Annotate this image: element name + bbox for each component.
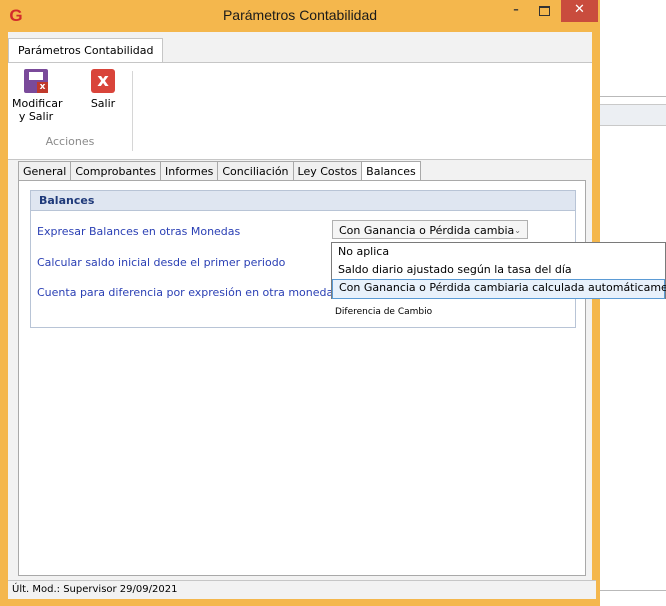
combo-value: Con Ganancia o Pérdida cambia [339,224,515,237]
tab-conciliacion[interactable]: Conciliación [217,161,293,182]
salir-label: Salir [90,97,116,110]
save-icon: x [24,69,48,93]
title-bar[interactable]: G Parámetros Contabilidad – ✕ [0,0,600,32]
exit-icon: x [91,69,115,93]
settings-tabs: General Comprobantes Informes Conciliaci… [18,161,421,183]
window-client-area: Parámetros Contabilidad x Modificar y Sa… [8,32,596,599]
tab-general[interactable]: General [18,161,71,182]
dropdown-option-ganancia-perdida[interactable]: Con Ganancia o Pérdida cambiaria calcula… [332,279,666,299]
ribbon-tab-parametros[interactable]: Parámetros Contabilidad [8,38,164,63]
tab-ley-costos[interactable]: Ley Costos [292,161,362,182]
tab-comprobantes[interactable]: Comprobantes [70,161,160,182]
balances-group-header: Balances [31,191,575,211]
status-bar: Últ. Mod.: Supervisor 29/09/2021 [8,580,596,599]
modificar-label: Modificar [12,97,63,110]
expresar-balances-label: Expresar Balances en otras Monedas [37,225,241,238]
parametros-window: G Parámetros Contabilidad – ✕ Parámetros… [0,0,600,606]
dropdown-option-no-aplica[interactable]: No aplica [332,243,665,261]
modificar-y-salir-button[interactable]: x Modificar y Salir [12,69,63,123]
ribbon-group-acciones: Acciones [45,135,95,148]
cuenta-diferencia-label: Cuenta para diferencia por expresión en … [37,286,334,299]
dropdown-option-saldo-diario[interactable]: Saldo diario ajustado según la tasa del … [332,261,665,279]
background-divider [600,590,666,591]
close-button[interactable]: ✕ [561,0,598,22]
tab-informes[interactable]: Informes [160,161,218,182]
ribbon-panel: x Modificar y Salir x Salir Acciones [8,62,592,160]
calcular-saldo-label: Calcular saldo inicial desde el primer p… [37,256,286,269]
minimize-button[interactable]: – [503,0,529,22]
balances-tab-panel: Balances Expresar Balances en otras Mone… [18,180,586,576]
background-divider [600,96,666,97]
balances-currency-dropdown[interactable]: No aplica Saldo diario ajustado según la… [331,242,666,299]
salir-button[interactable]: x Salir [86,69,120,110]
maximize-button[interactable] [531,0,557,22]
account-hint-text: Diferencia de Cambio [335,307,433,317]
expresar-balances-combo[interactable]: Con Ganancia o Pérdida cambia ⌄ [332,220,528,239]
background-toolbar [600,104,666,126]
background-window [600,90,666,590]
ribbon-separator [132,71,133,151]
chevron-down-icon: ⌄ [514,226,521,235]
maximize-icon [538,6,550,16]
y-salir-label: y Salir [18,110,54,123]
